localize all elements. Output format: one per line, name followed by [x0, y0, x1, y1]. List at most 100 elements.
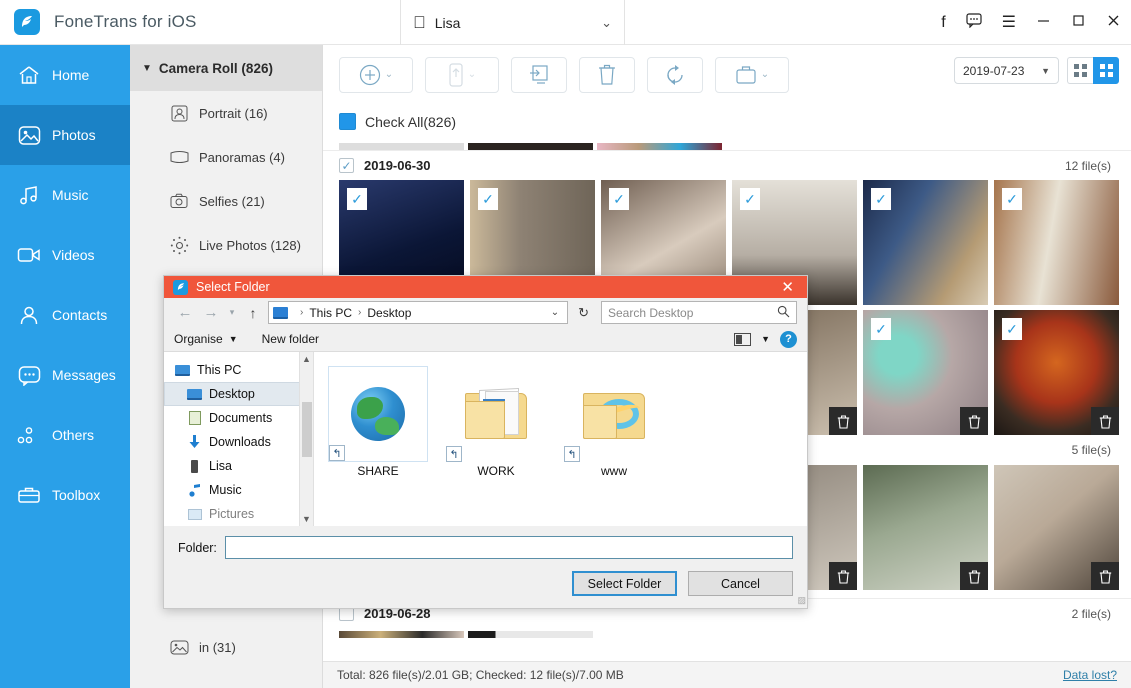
list-view-button[interactable] — [1067, 57, 1093, 84]
file-item-share[interactable]: ↰ SHARE — [328, 366, 428, 478]
new-folder-button[interactable]: New folder — [262, 332, 319, 346]
photo-checkbox[interactable]: ✓ — [347, 188, 367, 210]
minimize-icon[interactable] — [1036, 13, 1051, 32]
delete-photo-icon[interactable] — [960, 562, 988, 590]
dialog-navigation-bar: ← → ▾ ↑ › This PC › Desktop ⌄ ↻ Search D… — [164, 298, 807, 327]
check-all-row[interactable]: Check All(826) — [323, 105, 1131, 138]
tree-scrollbar[interactable]: ▲ ▼ — [299, 352, 313, 526]
arrow-up-icon[interactable]: ↑ — [242, 305, 264, 321]
photo-checkbox[interactable]: ✓ — [871, 188, 891, 210]
scroll-down-icon[interactable]: ▼ — [300, 512, 313, 526]
file-list[interactable]: ↰ SHARE ↰ WORK — [314, 352, 807, 526]
data-lost-link[interactable]: Data lost? — [1063, 668, 1117, 682]
photo-checkbox[interactable]: ✓ — [609, 188, 629, 210]
photo-checkbox[interactable]: ✓ — [871, 318, 891, 340]
chevron-down-icon[interactable]: ⌄ — [385, 69, 393, 80]
facebook-icon[interactable]: f — [941, 15, 945, 31]
sidebar-item-music[interactable]: Music — [0, 165, 130, 225]
grid-view-button[interactable] — [1093, 57, 1119, 84]
sidebar-item-messages[interactable]: Messages — [0, 345, 130, 405]
photo-checkbox[interactable]: ✓ — [1002, 188, 1022, 210]
arrow-right-icon[interactable]: → — [200, 304, 222, 321]
file-item-www[interactable]: ↰ www — [564, 366, 664, 478]
photo-checkbox[interactable]: ✓ — [740, 188, 760, 210]
photo-thumbnail[interactable]: ✓ — [994, 310, 1119, 435]
window-controls: f ☰ — [941, 0, 1121, 45]
scrollbar-thumb[interactable] — [302, 402, 312, 457]
tree-item-downloads[interactable]: Downloads — [164, 430, 313, 454]
delete-photo-icon[interactable] — [829, 562, 857, 590]
close-icon[interactable]: ✕ — [774, 278, 801, 296]
album-item-live-photos[interactable]: Live Photos (128) — [130, 223, 322, 267]
folder-ie-shortcut-icon: ↰ — [564, 366, 664, 462]
chevron-down-icon[interactable]: ⌄ — [761, 69, 769, 80]
photo-checkbox[interactable]: ✓ — [478, 188, 498, 210]
delete-photo-icon[interactable] — [960, 407, 988, 435]
folder-input[interactable] — [225, 536, 793, 559]
check-all-checkbox[interactable] — [339, 113, 356, 130]
refresh-icon[interactable]: ↻ — [578, 305, 589, 321]
tree-item-lisa[interactable]: Lisa — [164, 454, 313, 478]
sidebar-item-contacts[interactable]: Contacts — [0, 285, 130, 345]
select-folder-button[interactable]: Select Folder — [572, 571, 677, 596]
chevron-down-icon[interactable]: ⌄ — [468, 69, 476, 80]
add-button[interactable]: ⌄ — [339, 57, 413, 93]
date-group-header[interactable]: ✓ 2019-06-30 12 file(s) — [323, 150, 1131, 180]
delete-photo-icon[interactable] — [829, 407, 857, 435]
tree-item-this-pc[interactable]: This PC — [164, 358, 313, 382]
resize-grip-icon[interactable]: ▨ — [797, 595, 805, 606]
album-header-camera-roll[interactable]: ▼ Camera Roll (826) — [130, 45, 322, 91]
tree-item-label: This PC — [197, 363, 241, 377]
date-filter-dropdown[interactable]: 2019-07-23 ▼ — [954, 57, 1059, 84]
tree-item-pictures[interactable]: Pictures — [164, 502, 313, 526]
sidebar-item-videos[interactable]: Videos — [0, 225, 130, 285]
photo-checkbox[interactable]: ✓ — [1002, 318, 1022, 340]
delete-photo-icon[interactable] — [1091, 562, 1119, 590]
folder-tree[interactable]: This PC Desktop Documents Downloads Lisa — [164, 352, 314, 526]
sidebar-item-home[interactable]: Home — [0, 45, 130, 105]
delete-button[interactable] — [579, 57, 635, 93]
export-to-pc-button[interactable] — [511, 57, 567, 93]
photo-thumbnail[interactable]: ✓ — [863, 180, 988, 305]
breadcrumb-part-this-pc[interactable]: This PC — [309, 306, 352, 320]
delete-photo-icon[interactable] — [1091, 407, 1119, 435]
feedback-icon[interactable] — [966, 13, 982, 32]
tree-item-desktop[interactable]: Desktop — [164, 382, 313, 406]
file-item-work[interactable]: ↰ WORK — [446, 366, 546, 478]
scroll-up-icon[interactable]: ▲ — [300, 352, 313, 366]
organise-menu[interactable]: Organise ▼ — [174, 332, 238, 346]
tree-item-documents[interactable]: Documents — [164, 406, 313, 430]
view-layout-icon[interactable] — [734, 333, 751, 346]
sidebar-item-toolbox[interactable]: Toolbox — [0, 465, 130, 525]
triangle-down-icon[interactable]: ▼ — [761, 334, 770, 344]
device-selector[interactable]:  Lisa ⌄ — [400, 0, 625, 45]
album-item-panoramas[interactable]: Panoramas (4) — [130, 135, 322, 179]
album-item-in[interactable]: in (31) — [130, 625, 322, 669]
arrow-left-icon[interactable]: ← — [174, 304, 196, 321]
sidebar-item-photos[interactable]: Photos — [0, 105, 130, 165]
chevron-down-icon[interactable]: ▼ — [1041, 66, 1050, 76]
help-icon[interactable]: ? — [780, 331, 797, 348]
photo-thumbnail[interactable] — [863, 465, 988, 590]
menu-icon[interactable]: ☰ — [1002, 15, 1016, 31]
maximize-icon[interactable] — [1071, 13, 1086, 32]
toolkit-button[interactable]: ⌄ — [715, 57, 789, 93]
breadcrumb-part-desktop[interactable]: Desktop — [367, 306, 411, 320]
photo-thumbnail[interactable]: ✓ — [994, 180, 1119, 305]
refresh-button[interactable] — [647, 57, 703, 93]
search-input[interactable]: Search Desktop — [601, 301, 797, 324]
chevron-down-icon[interactable]: ▾ — [226, 307, 238, 318]
breadcrumb[interactable]: › This PC › Desktop ⌄ — [268, 301, 568, 324]
cancel-button[interactable]: Cancel — [688, 571, 793, 596]
date-group-checkbox[interactable]: ✓ — [339, 158, 354, 173]
chevron-down-icon[interactable]: ⌄ — [551, 307, 563, 318]
album-item-selfies[interactable]: Selfies (21) — [130, 179, 322, 223]
sidebar-item-others[interactable]: Others — [0, 405, 130, 465]
chevron-down-icon[interactable]: ⌄ — [601, 15, 612, 31]
tree-item-music[interactable]: Music — [164, 478, 313, 502]
photo-thumbnail[interactable] — [994, 465, 1119, 590]
export-to-device-button[interactable]: ⌄ — [425, 57, 499, 93]
photo-thumbnail[interactable]: ✓ — [863, 310, 988, 435]
album-item-portrait[interactable]: Portrait (16) — [130, 91, 322, 135]
close-icon[interactable] — [1106, 13, 1121, 32]
